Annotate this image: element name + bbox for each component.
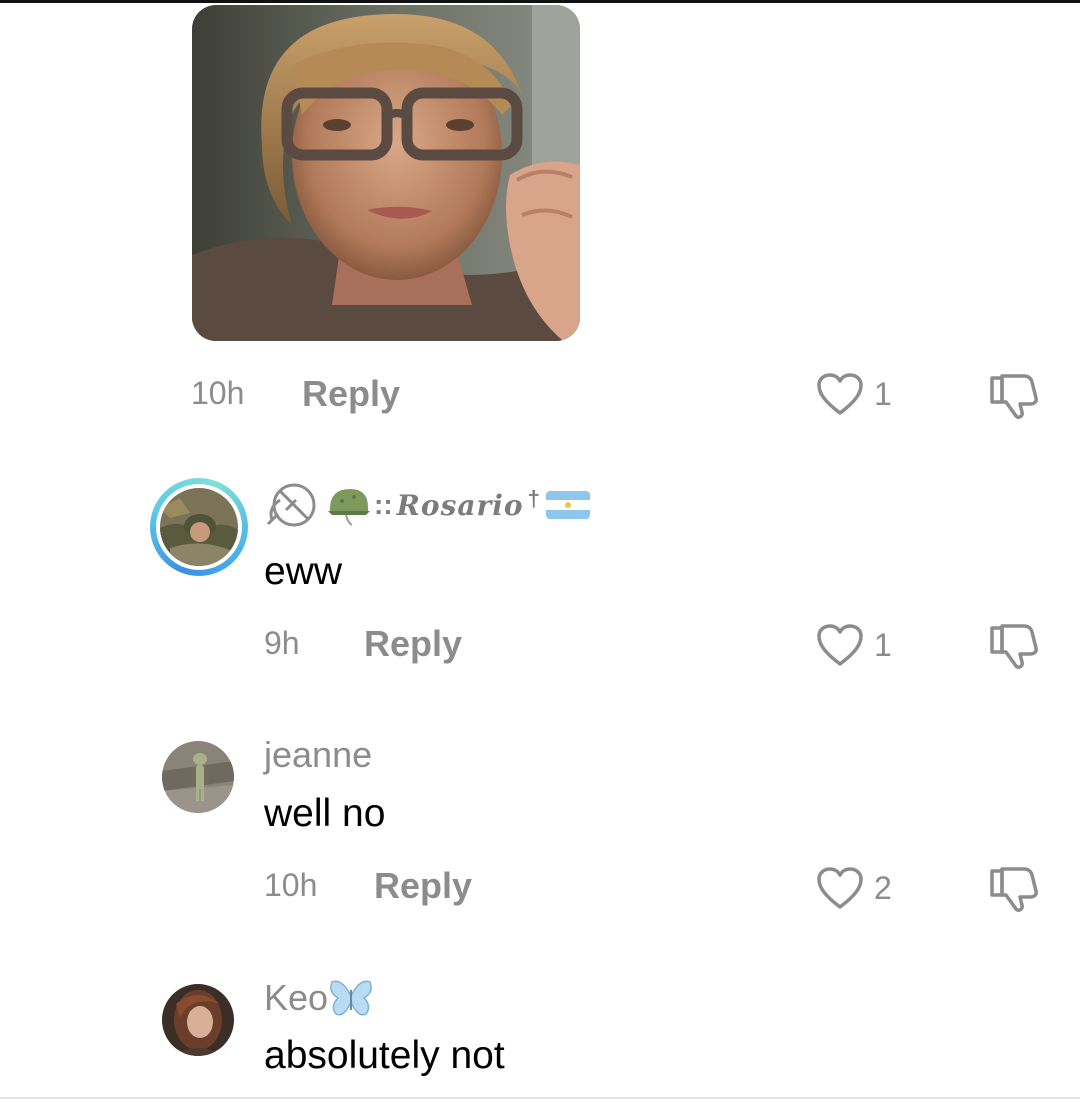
dislike-button[interactable] xyxy=(988,865,1040,918)
reply-button[interactable]: Reply xyxy=(364,623,462,665)
like-button[interactable]: 2 xyxy=(816,866,892,910)
username[interactable]: jeanne xyxy=(264,734,372,776)
username-script: Rosario xyxy=(396,488,524,522)
dislike-button[interactable] xyxy=(988,622,1040,675)
username[interactable]: Keo xyxy=(264,977,328,1019)
comment-timestamp: 9h xyxy=(264,625,300,661)
heart-outline-icon xyxy=(817,867,863,909)
heart-outline-icon xyxy=(817,624,863,666)
reply-button[interactable]: Reply xyxy=(374,865,472,907)
comment-text: well no xyxy=(264,792,386,835)
avatar[interactable] xyxy=(162,741,234,813)
dislike-button[interactable] xyxy=(988,372,1040,425)
username-row[interactable]: Keo xyxy=(264,976,374,1020)
heart-outline-icon xyxy=(817,373,863,415)
like-count: 2 xyxy=(874,869,892,906)
comment-timestamp: 10h xyxy=(191,375,245,411)
butterfly-emoji xyxy=(330,980,372,1016)
bottom-divider xyxy=(0,1097,1080,1099)
avatar xyxy=(160,488,238,566)
like-button[interactable]: 1 xyxy=(816,623,892,667)
avatar-story-ring[interactable] xyxy=(150,478,248,576)
reply-button[interactable]: Reply xyxy=(302,373,400,415)
username-cross: † xyxy=(527,486,540,511)
like-count: 1 xyxy=(874,626,892,663)
comment-text: eww xyxy=(264,550,343,593)
thumbs-down-icon xyxy=(990,374,1038,419)
avatar[interactable] xyxy=(162,984,234,1056)
comment-timestamp: 10h xyxy=(264,867,318,903)
thumbs-down-icon xyxy=(990,624,1038,669)
username[interactable]: :: Rosario † xyxy=(264,480,592,530)
comment-text: absolutely not xyxy=(264,1034,505,1077)
argentina-flag-emoji xyxy=(545,491,590,519)
username-prefix: :: xyxy=(374,489,393,520)
like-button[interactable]: 1 xyxy=(816,372,892,416)
comment-image[interactable] xyxy=(192,5,580,341)
like-count: 1 xyxy=(874,375,892,412)
top-divider xyxy=(0,0,1080,3)
prohibited-hammer-sickle-icon xyxy=(266,483,316,527)
military-helmet-emoji xyxy=(328,489,370,526)
thumbs-down-icon xyxy=(990,867,1038,912)
